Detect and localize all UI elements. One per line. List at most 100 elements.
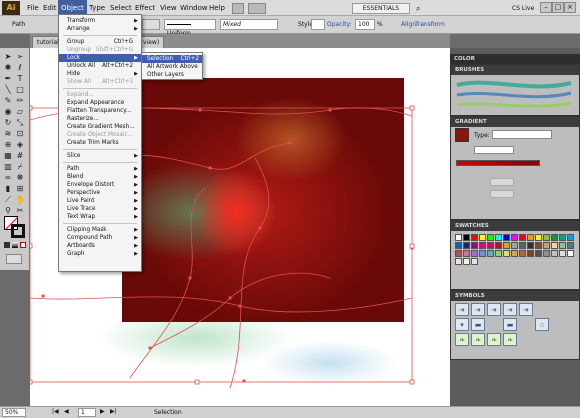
object-menu-item[interactable]: Create Object Mosaic... [59, 131, 141, 139]
rectangle-tool-icon[interactable]: □ [14, 84, 26, 95]
next-artboard-icon[interactable]: ▶ [100, 408, 105, 415]
rotate-tool-icon[interactable]: ↻ [2, 117, 14, 128]
symbol-star-icon[interactable]: ☆ [535, 318, 549, 331]
eyedropper-tool-icon[interactable]: ⌿ [14, 161, 26, 172]
symbol-arrow-icon[interactable]: ➔ [519, 303, 533, 316]
swatch[interactable] [471, 250, 478, 257]
swatch[interactable] [471, 234, 478, 241]
object-menu-item[interactable]: Blend ▶ [59, 173, 141, 181]
brush-strokes-preview[interactable] [451, 75, 577, 115]
swatch[interactable] [551, 234, 558, 241]
object-menu-item[interactable]: Create Trim Marks [59, 139, 141, 147]
object-menu-item[interactable]: Compound Path ▶ [59, 234, 141, 242]
object-menu-item[interactable]: Clipping Mask ▶ [59, 226, 141, 234]
close-icon[interactable]: × [564, 2, 576, 13]
object-menu-item[interactable]: Show All Alt+Ctrl+3 [59, 78, 141, 86]
paintbrush-tool-icon[interactable]: ✎ [2, 95, 14, 106]
mesh-tool-icon[interactable]: # [14, 150, 26, 161]
swatch[interactable] [487, 234, 494, 241]
swatch[interactable] [455, 258, 462, 265]
swatch[interactable] [479, 250, 486, 257]
symbol-arrow-icon[interactable]: ➔ [471, 303, 485, 316]
symbol-leaf-icon[interactable]: ❧ [471, 333, 485, 346]
gradient-opacity-field[interactable] [490, 178, 514, 186]
arrange-documents-icon[interactable] [248, 3, 266, 14]
stroke-profile-select[interactable]: Uniform [164, 19, 216, 37]
gradient-type-select[interactable] [492, 130, 552, 139]
swatch[interactable] [567, 234, 574, 241]
swatch[interactable] [503, 250, 510, 257]
symbol-leaf-icon[interactable]: ❧ [455, 333, 469, 346]
swatch[interactable] [495, 242, 502, 249]
swatch[interactable] [527, 234, 534, 241]
perspective-grid-tool-icon[interactable]: ▦ [2, 150, 14, 161]
gradient-tool-icon[interactable]: ▥ [2, 161, 14, 172]
color-mode-icon[interactable] [4, 242, 10, 248]
symbol-leaf-icon[interactable]: ❧ [487, 333, 501, 346]
workspace-switcher[interactable]: ESSENTIALS [352, 3, 410, 14]
object-menu-item[interactable]: Create Gradient Mesh... [59, 123, 141, 131]
cs-live-button[interactable]: CS Live [512, 3, 534, 14]
swatch[interactable] [519, 242, 526, 249]
object-menu-item[interactable]: Text Wrap ▶ [59, 213, 141, 221]
symbol-arrow-icon[interactable]: ➔ [487, 303, 501, 316]
none-mode-icon[interactable] [19, 242, 26, 248]
object-menu-item[interactable]: Rasterize... [59, 115, 141, 123]
swatch[interactable] [559, 234, 566, 241]
symbol-bar-icon[interactable]: ▬ [471, 318, 485, 331]
stroke-weight-field[interactable] [142, 19, 160, 30]
gradient-panel-header[interactable]: GRADIENT [451, 117, 579, 127]
symbols-panel-header[interactable]: SYMBOLS [451, 291, 579, 301]
swatch[interactable] [455, 242, 462, 249]
lasso-tool-icon[interactable]: ℓ [14, 62, 26, 73]
swatch[interactable] [559, 242, 566, 249]
pencil-tool-icon[interactable]: ✏ [14, 95, 26, 106]
first-artboard-icon[interactable]: |◀ [52, 408, 59, 415]
swatch[interactable] [551, 242, 558, 249]
object-menu-item[interactable]: Arrange ▶ [59, 25, 141, 33]
object-menu-item[interactable]: Hide ▶ [59, 70, 141, 78]
lock-submenu-item[interactable]: Selection Ctrl+2 [142, 55, 202, 63]
last-artboard-icon[interactable]: ▶| [110, 408, 117, 415]
graph-tool-icon[interactable]: ▮ [2, 183, 14, 194]
search-icon[interactable]: ⌕ [416, 3, 420, 14]
symbol-leaf-icon[interactable]: ❧ [503, 333, 517, 346]
menu-help[interactable]: Help [206, 0, 228, 16]
scale-tool-icon[interactable]: ⤡ [14, 117, 26, 128]
zoom-tool-icon[interactable]: ⚲ [2, 205, 14, 216]
swatch[interactable] [519, 234, 526, 241]
swatches-panel-header[interactable]: SWATCHES [451, 221, 579, 231]
object-menu-item[interactable]: Slice ▶ [59, 152, 141, 160]
swatch[interactable] [543, 234, 550, 241]
object-menu-item[interactable]: Group Ctrl+G [59, 38, 141, 46]
blob-brush-tool-icon[interactable]: ◉ [2, 106, 14, 117]
gradient-location-field[interactable] [490, 190, 514, 198]
object-menu-item[interactable]: Lock ▶ [59, 54, 141, 62]
slice-tool-icon[interactable]: ⟋ [2, 194, 14, 205]
bridge-icon[interactable] [232, 3, 244, 14]
object-menu-item[interactable]: Graph ▶ [59, 250, 141, 258]
swatch[interactable] [543, 250, 550, 257]
swatch[interactable] [535, 234, 542, 241]
swatch[interactable] [551, 250, 558, 257]
swatch[interactable] [487, 250, 494, 257]
artboard-number-field[interactable]: 1 [78, 408, 96, 417]
opacity-input[interactable]: 100 [355, 19, 375, 30]
swatch[interactable] [463, 234, 470, 241]
swatch[interactable] [535, 242, 542, 249]
scissors-tool-icon[interactable]: ✂ [14, 205, 26, 216]
opacity-label[interactable]: Opacity: [327, 19, 352, 30]
object-menu-item[interactable]: Path ▶ [59, 165, 141, 173]
swatch[interactable] [471, 242, 478, 249]
stroke-swatch[interactable] [11, 224, 25, 238]
shape-builder-tool-icon[interactable]: ⊕ [2, 139, 14, 150]
swatch[interactable] [479, 242, 486, 249]
swatch[interactable] [503, 234, 510, 241]
lock-submenu-item[interactable]: All Artwork Above [142, 63, 202, 71]
free-transform-tool-icon[interactable]: ⊡ [14, 128, 26, 139]
swatch[interactable] [471, 258, 478, 265]
swatch[interactable] [463, 242, 470, 249]
type-tool-icon[interactable]: T [14, 73, 26, 84]
object-menu-item[interactable]: Artboards ▶ [59, 242, 141, 250]
gradient-preview-swatch[interactable] [455, 128, 469, 142]
